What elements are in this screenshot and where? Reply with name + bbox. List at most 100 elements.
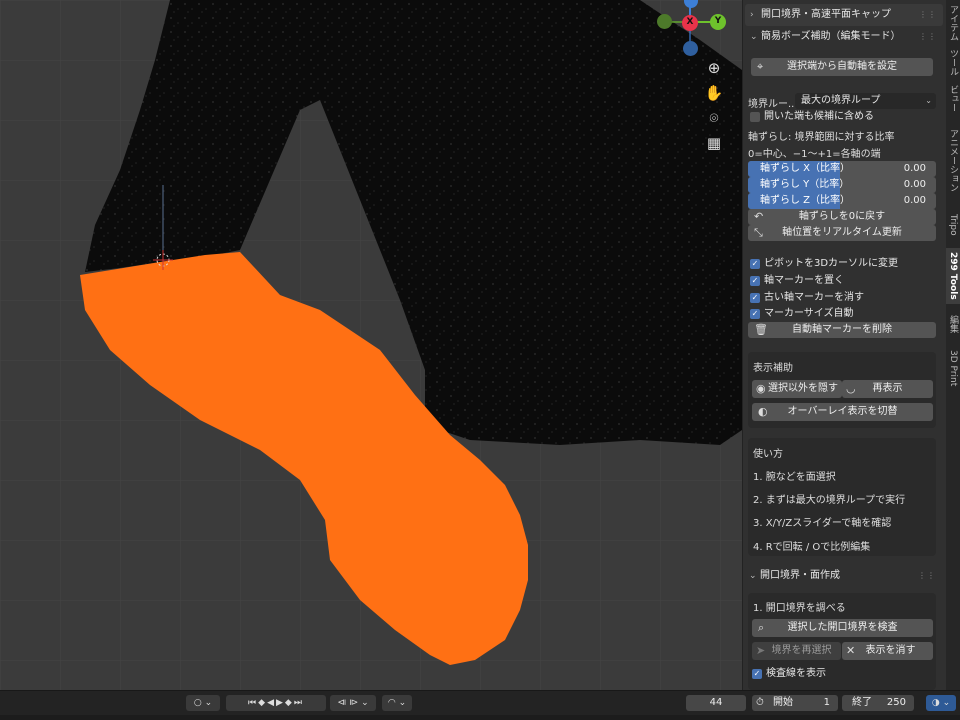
gizmo-x-icon[interactable]: X <box>682 15 698 31</box>
checkbox-off-icon <box>750 112 760 122</box>
checkbox-on-icon: ✓ <box>752 669 762 679</box>
gizmo-y-icon[interactable]: Y <box>710 14 726 30</box>
pivot-3dcursor-checkbox[interactable]: ✓ ピボットを3Dカーソルに変更 <box>750 257 898 271</box>
chevron-down-icon: ⌄ <box>749 571 757 581</box>
perspective-grid-icon[interactable]: ▦ <box>704 133 724 153</box>
tab-item[interactable]: アイテム <box>946 4 960 42</box>
axis-hint-label: 0=中心、−1〜+1=各軸の端 <box>748 149 881 160</box>
clear-display-button[interactable]: ✕ 表示を消す <box>842 642 933 660</box>
panel-header-open-boundary-cap[interactable]: › 開口境界・高速平面キャップ ⋮⋮ <box>745 4 943 26</box>
reset-axis-label: 軸ずらしを0に戻す <box>798 211 886 222</box>
sidebar-tabs: アイテム ツール ビュー アニメーション Tripo 299 Tools 編集 … <box>946 0 960 690</box>
zoom-icon[interactable]: ⊕ <box>704 58 724 78</box>
start-frame-field[interactable]: ⏱ 開始 1 <box>752 695 838 711</box>
step-label: 1. 開口境界を調べる <box>753 603 846 614</box>
slider-name: 軸ずらし X（比率） <box>760 163 851 174</box>
panel-header-pose-helper[interactable]: ⌄ 簡易ボーズ補助（編集モード） ⋮⋮ <box>745 26 943 48</box>
stopwatch-icon: ⏱ <box>756 697 764 708</box>
checkbox-on-icon: ✓ <box>750 276 760 286</box>
overlay-toggle-label: オーバーレイ表示を切替 <box>787 406 898 417</box>
camera-icon[interactable]: ⌾ <box>704 108 724 128</box>
keyframe-jump-buttons[interactable]: ⧏ ⧐ ⌄ <box>330 695 376 711</box>
tab-299-tools[interactable]: 299 Tools <box>946 248 960 304</box>
tab-label: ビュー <box>948 84 958 112</box>
transform-icon: ⤡ <box>754 226 763 239</box>
delete-marker-button[interactable]: 🗑 自動軸マーカーを削除 <box>748 322 936 338</box>
boundary-mode-dropdown[interactable]: 最大の境界ループ ⌄ <box>795 93 936 109</box>
usage-step: 1. 腕などを面選択 <box>753 472 836 483</box>
tab-label: アニメーション <box>948 128 958 192</box>
cursor-icon: ➤ <box>756 644 766 657</box>
drag-grip-icon[interactable]: ⋮⋮ <box>919 26 937 48</box>
gizmo-neg-y-icon[interactable] <box>657 14 672 29</box>
start-value: 1 <box>823 697 830 708</box>
tab-tool[interactable]: ツール <box>946 46 960 78</box>
sync-icon: ◑ ⌄ <box>931 698 951 708</box>
hide-others-button[interactable]: ◉ 選択以外を隠す <box>752 380 842 398</box>
include-open-checkbox[interactable]: 開いた端も候補に含める <box>750 110 874 124</box>
drag-grip-icon[interactable]: ⋮⋮ <box>919 4 937 26</box>
keyframe-type-dropdown[interactable]: ○ ⌄ <box>186 695 220 711</box>
viewport-scene <box>0 0 742 690</box>
playback-icon: ⏮◆◀▶◆⏭ <box>248 698 304 708</box>
place-marker-checkbox[interactable]: ✓ 軸マーカーを置く <box>750 274 844 288</box>
tab-3d-print[interactable]: 3D Print <box>946 344 960 392</box>
gizmo-neg-z-icon[interactable] <box>683 41 698 56</box>
checkbox-label: 検査線を表示 <box>766 668 826 679</box>
reveal-button[interactable]: ◡ 再表示 <box>842 380 933 398</box>
3d-viewport[interactable]: X Y ⊕ ✋ ⌾ ▦ <box>0 0 742 690</box>
tab-view[interactable]: ビュー <box>946 82 960 114</box>
target-icon: ⌖ <box>757 60 764 73</box>
inspect-boundary-button[interactable]: ⌕ 選択した開口境界を検査 <box>752 619 933 637</box>
chevron-down-icon: ⌄ <box>750 32 758 42</box>
show-inspect-lines-checkbox[interactable]: ✓ 検査線を表示 <box>752 667 826 681</box>
pan-hand-icon[interactable]: ✋ <box>704 83 724 103</box>
tab-label: 編集 <box>948 315 958 333</box>
panel-header-open-boundary-face[interactable]: ⌄ 開口境界・面作成 ⋮⋮ <box>744 565 942 587</box>
overlay-toggle-button[interactable]: ◐ オーバーレイ表示を切替 <box>752 403 933 421</box>
auto-axis-label: 選択端から自動軸を設定 <box>787 61 897 72</box>
slider-name: 軸ずらし Z（比率） <box>760 195 851 206</box>
undo-icon: ↶ <box>754 210 764 223</box>
slider-value: 0.00 <box>903 195 926 206</box>
usage-title: 使い方 <box>753 449 783 460</box>
start-label: 開始 <box>773 697 793 708</box>
delete-marker-label: 自動軸マーカーを削除 <box>792 324 892 335</box>
boundary-mode-value: 最大の境界ループ <box>801 95 881 106</box>
section-title: 開口境界・面作成 <box>760 570 840 581</box>
tab-animation[interactable]: アニメーション <box>946 118 960 202</box>
tab-label: 3D Print <box>948 349 958 387</box>
checkbox-on-icon: ✓ <box>750 293 760 303</box>
hide-others-label: 選択以外を隠す <box>768 383 838 394</box>
current-frame-field[interactable]: 44 <box>686 695 746 711</box>
section-title: 簡易ボーズ補助（編集モード） <box>761 31 901 42</box>
end-label: 終了 <box>852 697 872 708</box>
tab-edit[interactable]: 編集 <box>946 308 960 340</box>
tab-tripo[interactable]: Tripo <box>946 206 960 244</box>
tab-label: 299 Tools <box>948 252 958 300</box>
checkbox-label: ピボットを3Dカーソルに変更 <box>764 258 899 269</box>
usage-step: 4. Rで回転 / Oで比例編集 <box>753 542 871 553</box>
auto-axis-button[interactable]: ⌖ 選択端から自動軸を設定 <box>751 58 933 76</box>
axis-shift-y-slider[interactable]: 軸ずらし Y（比率） 0.00 <box>748 177 936 193</box>
reset-axis-shift-button[interactable]: ↶ 軸ずらしを0に戻す <box>748 209 936 225</box>
checkbox-on-icon: ✓ <box>750 259 760 269</box>
checkbox-label: 古い軸マーカーを消す <box>764 292 864 303</box>
realtime-update-button[interactable]: ⤡ 軸位置をリアルタイム更新 <box>748 225 936 241</box>
frame-ruler[interactable] <box>0 715 960 720</box>
reselect-boundary-button[interactable]: ➤ 境界を再選択 <box>752 642 841 660</box>
end-frame-field[interactable]: 終了 250 <box>842 695 914 711</box>
auto-key-toggle[interactable]: ◠ ⌄ <box>382 695 412 711</box>
drag-grip-icon[interactable]: ⋮⋮ <box>918 565 936 587</box>
axis-shift-z-slider[interactable]: 軸ずらし Z（比率） 0.00 <box>748 193 936 209</box>
axis-shift-x-slider[interactable]: 軸ずらし X（比率） 0.00 <box>748 161 936 177</box>
sync-mode-dropdown[interactable]: ◑ ⌄ <box>926 695 956 711</box>
timeline-bar: ○ ⌄ ⏮◆◀▶◆⏭ ⧏ ⧐ ⌄ ◠ ⌄ 44 ⏱ 開始 1 終了 250 ◑ … <box>0 690 960 720</box>
remove-old-marker-checkbox[interactable]: ✓ 古い軸マーカーを消す <box>750 291 864 305</box>
marker-size-auto-checkbox[interactable]: ✓ マーカーサイズ自動 <box>750 307 854 321</box>
eye-icon: ◉ <box>756 382 766 395</box>
chevron-down-icon: ⌄ <box>925 96 932 105</box>
playback-controls[interactable]: ⏮◆◀▶◆⏭ <box>226 695 326 711</box>
checkbox-label: マーカーサイズ自動 <box>764 308 854 319</box>
tab-label: アイテム <box>948 5 958 41</box>
